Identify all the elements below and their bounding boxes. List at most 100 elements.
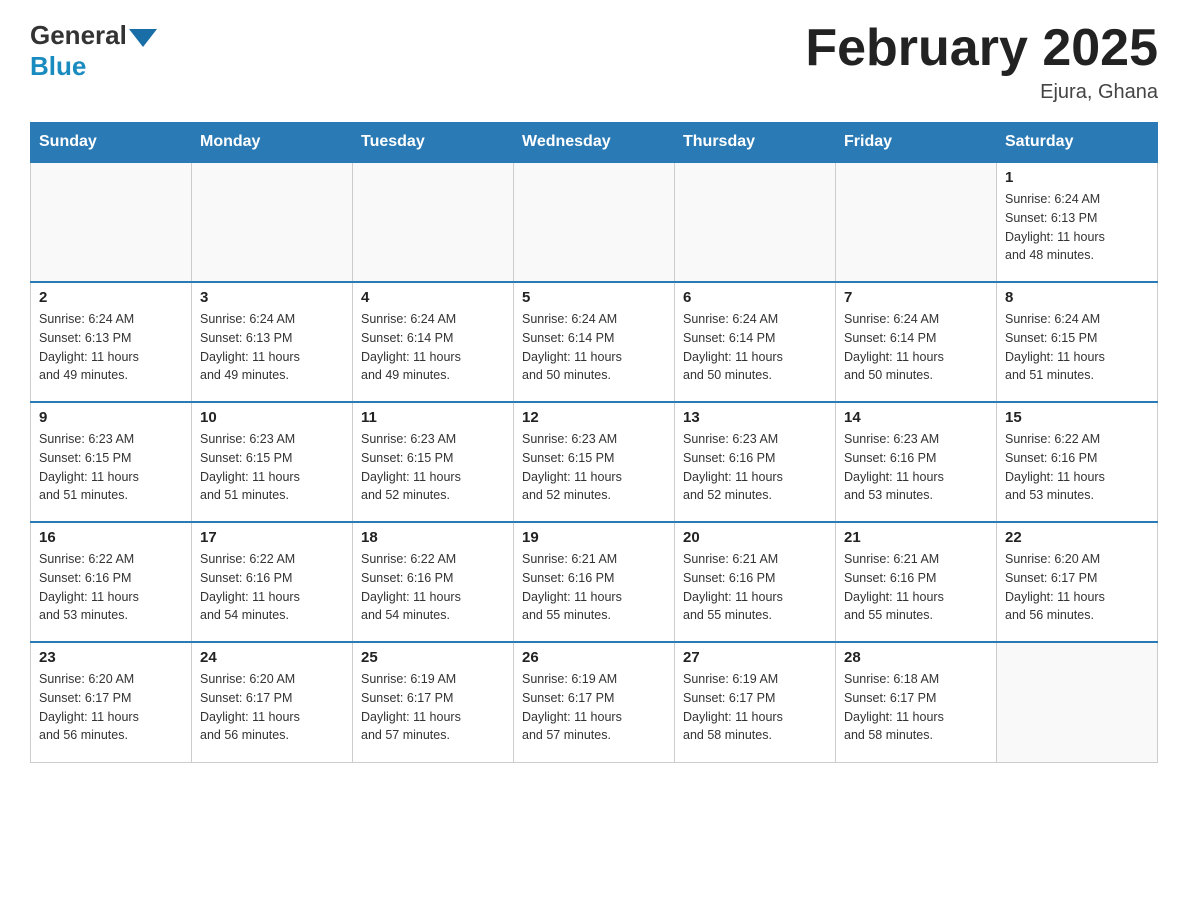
calendar-cell: 16 Sunrise: 6:22 AM Sunset: 6:16 PM Dayli… xyxy=(31,522,192,642)
day-info: Sunrise: 6:19 AM Sunset: 6:17 PM Dayligh… xyxy=(683,670,827,745)
calendar-cell: 11 Sunrise: 6:23 AM Sunset: 6:15 PM Dayli… xyxy=(353,402,514,522)
day-info: Sunrise: 6:18 AM Sunset: 6:17 PM Dayligh… xyxy=(844,670,988,745)
column-header-monday: Monday xyxy=(192,123,353,163)
day-number: 12 xyxy=(522,409,666,426)
calendar-cell: 2 Sunrise: 6:24 AM Sunset: 6:13 PM Daylig… xyxy=(31,282,192,402)
calendar-cell xyxy=(675,162,836,282)
calendar-cell: 12 Sunrise: 6:23 AM Sunset: 6:15 PM Dayli… xyxy=(514,402,675,522)
day-number: 24 xyxy=(200,649,344,666)
day-info: Sunrise: 6:24 AM Sunset: 6:14 PM Dayligh… xyxy=(844,310,988,385)
day-number: 16 xyxy=(39,529,183,546)
title-section: February 2025 Ejura, Ghana xyxy=(805,20,1158,104)
day-info: Sunrise: 6:24 AM Sunset: 6:13 PM Dayligh… xyxy=(39,310,183,385)
calendar-table: SundayMondayTuesdayWednesdayThursdayFrid… xyxy=(30,122,1158,763)
day-info: Sunrise: 6:19 AM Sunset: 6:17 PM Dayligh… xyxy=(522,670,666,745)
calendar-cell: 6 Sunrise: 6:24 AM Sunset: 6:14 PM Daylig… xyxy=(675,282,836,402)
calendar-cell: 28 Sunrise: 6:18 AM Sunset: 6:17 PM Dayli… xyxy=(836,642,997,762)
day-number: 27 xyxy=(683,649,827,666)
calendar-cell xyxy=(31,162,192,282)
day-info: Sunrise: 6:20 AM Sunset: 6:17 PM Dayligh… xyxy=(200,670,344,745)
day-number: 11 xyxy=(361,409,505,426)
column-header-thursday: Thursday xyxy=(675,123,836,163)
calendar-cell: 9 Sunrise: 6:23 AM Sunset: 6:15 PM Daylig… xyxy=(31,402,192,522)
calendar-cell: 7Sunrise: 6:24 AM Sunset: 6:14 PM Daylig… xyxy=(836,282,997,402)
calendar-cell: 1Sunrise: 6:24 AM Sunset: 6:13 PM Daylig… xyxy=(997,162,1158,282)
day-info: Sunrise: 6:23 AM Sunset: 6:15 PM Dayligh… xyxy=(39,430,183,505)
calendar-cell xyxy=(353,162,514,282)
column-header-wednesday: Wednesday xyxy=(514,123,675,163)
day-info: Sunrise: 6:24 AM Sunset: 6:14 PM Dayligh… xyxy=(522,310,666,385)
calendar-body: 1 Sunrise: 6:24 AM Sunset: 6:13 PM Daylig… xyxy=(31,162,1158,762)
day-info: Sunrise: 6:21 AM Sunset: 6:16 PM Dayligh… xyxy=(844,550,988,625)
day-info: Sunrise: 6:22 AM Sunset: 6:16 PM Dayligh… xyxy=(200,550,344,625)
day-number: 22 xyxy=(1005,529,1149,546)
day-info: Sunrise: 6:23 AM Sunset: 6:15 PM Dayligh… xyxy=(522,430,666,505)
day-number: 25 xyxy=(361,649,505,666)
logo: General Blue xyxy=(30,20,157,82)
day-info: Sunrise: 6:22 AM Sunset: 6:16 PM Dayligh… xyxy=(361,550,505,625)
calendar-week-3: 9 Sunrise: 6:23 AM Sunset: 6:15 PM Daylig… xyxy=(31,402,1158,522)
day-number: 13 xyxy=(683,409,827,426)
calendar-cell: 13 Sunrise: 6:23 AM Sunset: 6:16 PM Dayli… xyxy=(675,402,836,522)
day-number: 4 xyxy=(361,289,505,306)
day-info: Sunrise: 6:23 AM Sunset: 6:16 PM Dayligh… xyxy=(683,430,827,505)
calendar-cell: 25 Sunrise: 6:19 AM Sunset: 6:17 PM Dayli… xyxy=(353,642,514,762)
calendar-cell: 21 Sunrise: 6:21 AM Sunset: 6:16 PM Dayli… xyxy=(836,522,997,642)
calendar-cell xyxy=(997,642,1158,762)
calendar-cell: 15 Sunrise: 6:22 AM Sunset: 6:16 PM Dayli… xyxy=(997,402,1158,522)
day-info: Sunrise: 6:23 AM Sunset: 6:15 PM Dayligh… xyxy=(361,430,505,505)
day-number: 2 xyxy=(39,289,183,306)
day-info: Sunrise: 6:21 AM Sunset: 6:16 PM Dayligh… xyxy=(683,550,827,625)
logo-blue-text: Blue xyxy=(30,51,157,82)
day-info: Sunrise: 6:22 AM Sunset: 6:16 PM Dayligh… xyxy=(39,550,183,625)
calendar-header: SundayMondayTuesdayWednesdayThursdayFrid… xyxy=(31,123,1158,163)
calendar-cell xyxy=(836,162,997,282)
day-info: Sunrise: 6:20 AM Sunset: 6:17 PM Dayligh… xyxy=(39,670,183,745)
logo-triangle-icon xyxy=(129,29,157,47)
day-info: Sunrise: 6:23 AM Sunset: 6:15 PM Dayligh… xyxy=(200,430,344,505)
logo-general-text: General xyxy=(30,20,127,51)
calendar-week-1: 1Sunrise: 6:24 AM Sunset: 6:13 PM Daylig… xyxy=(31,162,1158,282)
calendar-cell: 20 Sunrise: 6:21 AM Sunset: 6:16 PM Dayli… xyxy=(675,522,836,642)
calendar-cell: 22Sunrise: 6:20 AM Sunset: 6:17 PM Dayli… xyxy=(997,522,1158,642)
day-number: 14 xyxy=(844,409,988,426)
day-info: Sunrise: 6:21 AM Sunset: 6:16 PM Dayligh… xyxy=(522,550,666,625)
calendar-cell: 18 Sunrise: 6:22 AM Sunset: 6:16 PM Dayli… xyxy=(353,522,514,642)
day-info: Sunrise: 6:24 AM Sunset: 6:13 PM Dayligh… xyxy=(200,310,344,385)
column-header-friday: Friday xyxy=(836,123,997,163)
day-info: Sunrise: 6:22 AM Sunset: 6:16 PM Dayligh… xyxy=(1005,430,1149,505)
calendar-cell: 23 Sunrise: 6:20 AM Sunset: 6:17 PM Dayli… xyxy=(31,642,192,762)
page-header: General Blue February 2025 Ejura, Ghana xyxy=(30,20,1158,104)
day-number: 28 xyxy=(844,649,988,666)
calendar-cell: 17 Sunrise: 6:22 AM Sunset: 6:16 PM Dayli… xyxy=(192,522,353,642)
day-info: Sunrise: 6:24 AM Sunset: 6:15 PM Dayligh… xyxy=(1005,310,1149,385)
day-info: Sunrise: 6:24 AM Sunset: 6:14 PM Dayligh… xyxy=(683,310,827,385)
day-number: 5 xyxy=(522,289,666,306)
column-header-saturday: Saturday xyxy=(997,123,1158,163)
calendar-cell: 27 Sunrise: 6:19 AM Sunset: 6:17 PM Dayli… xyxy=(675,642,836,762)
day-number: 6 xyxy=(683,289,827,306)
calendar-cell: 26Sunrise: 6:19 AM Sunset: 6:17 PM Dayli… xyxy=(514,642,675,762)
calendar-cell: 3 Sunrise: 6:24 AM Sunset: 6:13 PM Daylig… xyxy=(192,282,353,402)
day-number: 23 xyxy=(39,649,183,666)
calendar-cell xyxy=(192,162,353,282)
calendar-cell: 8 Sunrise: 6:24 AM Sunset: 6:15 PM Daylig… xyxy=(997,282,1158,402)
calendar-cell: 19 Sunrise: 6:21 AM Sunset: 6:16 PM Dayli… xyxy=(514,522,675,642)
day-info: Sunrise: 6:19 AM Sunset: 6:17 PM Dayligh… xyxy=(361,670,505,745)
day-number: 8 xyxy=(1005,289,1149,306)
day-number: 1 xyxy=(1005,169,1149,186)
calendar-title: February 2025 xyxy=(805,20,1158,77)
calendar-week-5: 23 Sunrise: 6:20 AM Sunset: 6:17 PM Dayli… xyxy=(31,642,1158,762)
calendar-cell: 5 Sunrise: 6:24 AM Sunset: 6:14 PM Daylig… xyxy=(514,282,675,402)
day-number: 21 xyxy=(844,529,988,546)
day-number: 3 xyxy=(200,289,344,306)
calendar-cell: 24 Sunrise: 6:20 AM Sunset: 6:17 PM Dayli… xyxy=(192,642,353,762)
day-number: 17 xyxy=(200,529,344,546)
column-header-sunday: Sunday xyxy=(31,123,192,163)
day-number: 9 xyxy=(39,409,183,426)
calendar-subtitle: Ejura, Ghana xyxy=(805,81,1158,104)
day-number: 19 xyxy=(522,529,666,546)
day-number: 18 xyxy=(361,529,505,546)
day-number: 15 xyxy=(1005,409,1149,426)
day-number: 20 xyxy=(683,529,827,546)
